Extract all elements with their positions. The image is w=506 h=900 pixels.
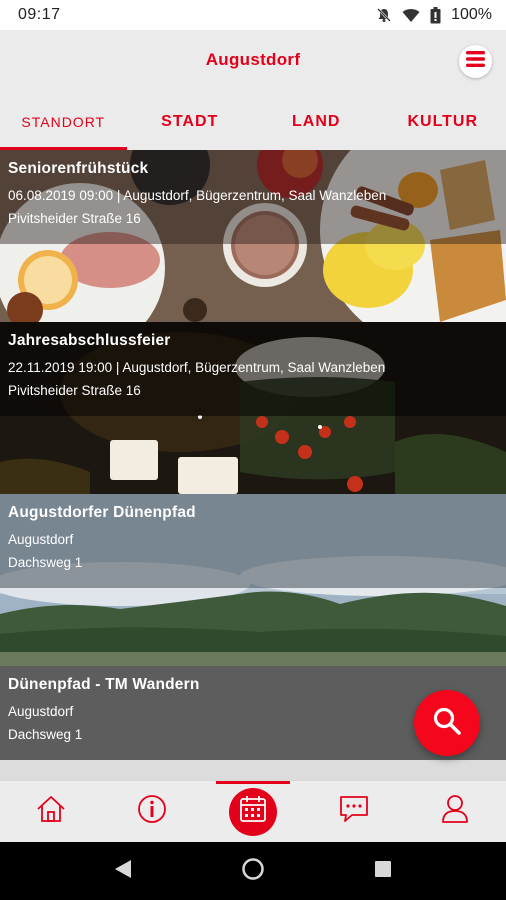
chat-icon (338, 794, 370, 829)
nav-chat[interactable] (304, 781, 405, 842)
hamburger-menu-icon (466, 51, 485, 72)
nav-info[interactable] (101, 781, 202, 842)
event-card[interactable]: Jahresabschlussfeier 22.11.2019 19:00 | … (0, 322, 506, 494)
event-location: Augustdorf (8, 532, 74, 547)
event-card[interactable]: Augustdorfer Dünenpfad Augustdorf Dachsw… (0, 494, 506, 666)
event-info: Jahresabschlussfeier 22.11.2019 19:00 | … (0, 322, 506, 416)
info-icon (137, 794, 167, 829)
back-icon[interactable] (114, 859, 132, 884)
status-time: 09:17 (18, 6, 61, 23)
notifications-off-icon (376, 7, 392, 23)
menu-button[interactable] (459, 45, 492, 78)
battery-icon (430, 6, 441, 24)
nav-profile[interactable] (405, 781, 506, 842)
event-title: Dünenpfad - TM Wandern (8, 676, 200, 693)
status-bar: 09:17 100% (0, 0, 506, 30)
battery-percent: 100% (451, 6, 492, 23)
app-title: Augustdorf (205, 50, 301, 69)
list-spacer (0, 760, 506, 780)
event-date-location: 06.08.2019 09:00 | Augustdorf, Bügerzent… (8, 188, 387, 203)
event-title: Augustdorfer Dünenpfad (8, 504, 196, 521)
search-icon (432, 706, 462, 741)
app-bar: Augustdorf (0, 30, 506, 92)
nav-events[interactable] (202, 781, 303, 842)
tab-stadt[interactable]: STADT (127, 92, 254, 150)
home-icon (36, 795, 66, 828)
event-card[interactable]: Seniorenfrühstück 06.08.2019 09:00 | Aug… (0, 150, 506, 322)
tab-land[interactable]: LAND (253, 92, 380, 150)
home-circle-icon[interactable] (242, 857, 264, 885)
user-icon (441, 794, 469, 829)
event-title: Seniorenfrühstück (8, 160, 149, 177)
event-address: Dachsweg 1 (8, 555, 83, 570)
recents-icon[interactable] (374, 860, 392, 883)
event-title: Jahresabschlussfeier (8, 332, 171, 349)
event-address: Pivitsheider Straße 16 (8, 383, 141, 398)
event-list: Seniorenfrühstück 06.08.2019 09:00 | Aug… (0, 150, 506, 780)
wifi-icon (402, 8, 420, 23)
nav-events-highlight (229, 787, 277, 836)
tab-kultur[interactable]: KULTUR (380, 92, 506, 150)
calendar-icon (239, 795, 267, 828)
status-icons: 100% (376, 6, 492, 24)
nav-home[interactable] (0, 781, 101, 842)
event-info: Seniorenfrühstück 06.08.2019 09:00 | Aug… (0, 150, 506, 244)
category-tabs: STANDORT STADT LAND KULTUR (0, 92, 506, 150)
system-navigation-bar (0, 842, 506, 900)
event-info: Augustdorfer Dünenpfad Augustdorf Dachsw… (0, 494, 506, 588)
event-date-location: 22.11.2019 19:00 | Augustdorf, Bügerzent… (8, 360, 386, 375)
tab-standort[interactable]: STANDORT (0, 92, 127, 150)
event-address: Pivitsheider Straße 16 (8, 211, 141, 226)
bottom-navigation (0, 780, 506, 842)
search-button[interactable] (414, 690, 480, 756)
